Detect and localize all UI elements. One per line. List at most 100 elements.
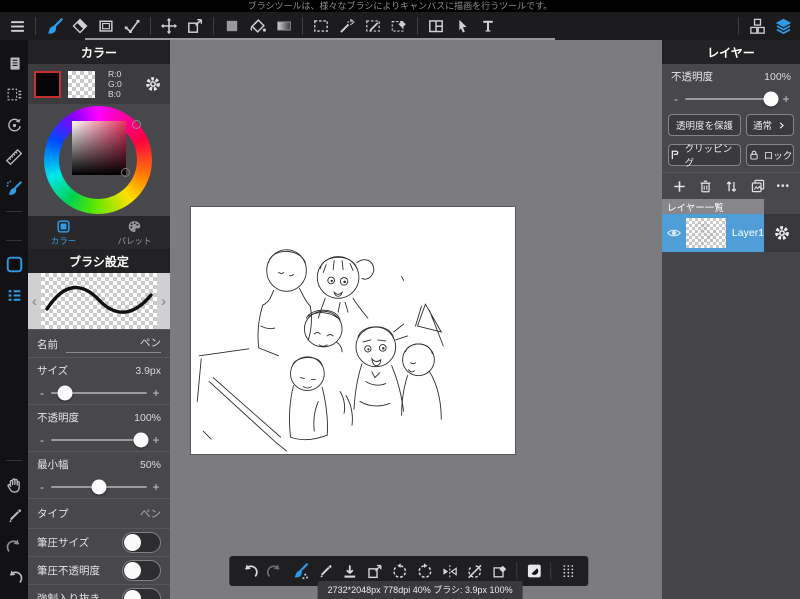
layers-panel-button[interactable]: [770, 14, 796, 38]
redo-icon: [7, 539, 18, 551]
duplicate-layer-button[interactable]: [750, 178, 766, 194]
brush-size-label: サイズ: [37, 365, 69, 377]
min-width-row: 最小幅 50% - +: [28, 451, 170, 498]
select-menu-button[interactable]: [0, 79, 28, 110]
blend-mode-button[interactable]: 通常: [746, 114, 794, 136]
layer-opacity-minus-button[interactable]: -: [671, 93, 681, 105]
brush-shortcut-button[interactable]: [0, 172, 28, 203]
lock-button[interactable]: ロック: [746, 144, 794, 166]
polyline-tool-button[interactable]: [119, 14, 145, 38]
bucket-tool-button[interactable]: [245, 14, 271, 38]
brush-opacity-value: 100%: [134, 411, 161, 424]
layer-opacity-plus-button[interactable]: +: [781, 93, 791, 105]
toggle-knob: [124, 534, 141, 551]
next-brush-button[interactable]: ›: [157, 273, 170, 329]
fill-rect-tool-button[interactable]: [219, 14, 245, 38]
eraser-tool-button[interactable]: [67, 14, 93, 38]
canvas-status-text: 2732*2048px 778dpi 40% ブラシ: 3.9px 100%: [327, 585, 513, 595]
brush-type-value[interactable]: ペン: [140, 506, 161, 521]
toolbar-drag-handle[interactable]: [555, 558, 580, 584]
min-width-plus-button[interactable]: +: [151, 481, 161, 493]
menu-button[interactable]: [4, 14, 30, 38]
brush-opacity-slider[interactable]: [51, 432, 149, 447]
clear-icon: [494, 565, 506, 576]
brush-tool-button[interactable]: [41, 14, 67, 38]
redo-button[interactable]: [262, 558, 287, 584]
saturation-value-box[interactable]: [72, 121, 126, 175]
transparent-color-swatch[interactable]: [68, 70, 95, 98]
previous-brush-button[interactable]: ‹: [28, 273, 41, 329]
tab-palette[interactable]: パレット: [99, 216, 170, 249]
reset-rotation-button[interactable]: [0, 110, 28, 141]
move-icon: [161, 18, 177, 34]
forced-taper-row: 強制入り抜き: [28, 584, 170, 599]
brush-size-slider[interactable]: [51, 385, 147, 400]
size-minus-button[interactable]: -: [37, 387, 47, 399]
foreground-color-swatch[interactable]: [34, 70, 61, 98]
hue-ring[interactable]: [44, 106, 152, 214]
tab-color[interactable]: カラー: [28, 216, 99, 249]
undo-button[interactable]: [0, 562, 28, 593]
material-list-button[interactable]: [0, 280, 28, 311]
layer-settings-button[interactable]: [764, 214, 800, 252]
slider-thumb[interactable]: [91, 479, 107, 494]
undo-button[interactable]: [237, 558, 262, 584]
transform-tool-button[interactable]: [182, 14, 208, 38]
min-width-value: 50%: [139, 458, 161, 471]
clipping-button[interactable]: クリッピング: [668, 144, 742, 169]
shape-tool-button[interactable]: [93, 14, 119, 38]
gradient-tool-button[interactable]: [271, 14, 297, 38]
brush-select-button[interactable]: [287, 558, 312, 584]
flip-horizontal-icon: [443, 565, 456, 578]
brush-opacity-row: 不透明度 100% - +: [28, 404, 170, 451]
ruler-button[interactable]: [0, 141, 28, 172]
pressure-size-toggle[interactable]: [122, 532, 161, 553]
magic-wand-tool-button[interactable]: [334, 14, 360, 38]
brush-name-value[interactable]: ペン: [140, 335, 161, 350]
select-pen-tool-button[interactable]: [360, 14, 386, 38]
min-width-minus-button[interactable]: -: [37, 481, 47, 493]
layer-opacity-slider[interactable]: [685, 91, 779, 106]
layer-more-button[interactable]: •••: [776, 181, 790, 192]
size-plus-button[interactable]: +: [151, 387, 161, 399]
protect-alpha-button[interactable]: 透明度を保護: [668, 114, 742, 136]
invert-display-button[interactable]: [521, 558, 546, 584]
layer-list-empty-area[interactable]: [662, 252, 800, 599]
hand-icon: [8, 478, 19, 491]
slider-thumb[interactable]: [763, 91, 779, 106]
reorder-layer-button[interactable]: [724, 179, 739, 194]
opacity-minus-button[interactable]: -: [37, 434, 47, 446]
brush-icon: [47, 19, 61, 33]
color-panel-button[interactable]: [0, 249, 28, 280]
move-tool-button[interactable]: [156, 14, 182, 38]
slider-thumb[interactable]: [133, 432, 149, 447]
text-tool-button[interactable]: [475, 14, 501, 38]
pen-mode-button[interactable]: [0, 500, 28, 531]
pressure-opacity-toggle[interactable]: [122, 560, 161, 581]
layer-row[interactable]: Layer1: [662, 214, 800, 252]
layer-visibility-button[interactable]: [662, 214, 686, 252]
brush-preview: ‹ ›: [28, 273, 170, 329]
drawing-canvas[interactable]: [190, 206, 516, 455]
hue-marker[interactable]: [132, 120, 141, 129]
select-rect-tool-button[interactable]: [308, 14, 334, 38]
add-layer-button[interactable]: [672, 179, 687, 194]
delete-layer-button[interactable]: [698, 179, 713, 194]
min-width-slider[interactable]: [51, 479, 147, 494]
forced-taper-toggle[interactable]: [122, 588, 161, 599]
layer-opacity-label: 不透明度: [671, 71, 713, 83]
color-settings-button[interactable]: [144, 75, 162, 93]
gear-icon: [148, 79, 158, 89]
panel-divide-tool-button[interactable]: [423, 14, 449, 38]
hand-tool-button[interactable]: [0, 469, 28, 500]
redo-button[interactable]: [0, 531, 28, 562]
pages-button[interactable]: [0, 48, 28, 79]
select-eraser-tool-button[interactable]: [386, 14, 412, 38]
slider-thumb[interactable]: [57, 385, 73, 400]
opacity-plus-button[interactable]: +: [151, 434, 161, 446]
materials-button[interactable]: [744, 14, 770, 38]
magic-wand-icon: [341, 19, 355, 32]
sv-marker[interactable]: [121, 168, 130, 177]
canvas-area[interactable]: 2732*2048px 778dpi 40% ブラシ: 3.9px 100%: [170, 40, 662, 599]
operation-tool-button[interactable]: [449, 14, 475, 38]
